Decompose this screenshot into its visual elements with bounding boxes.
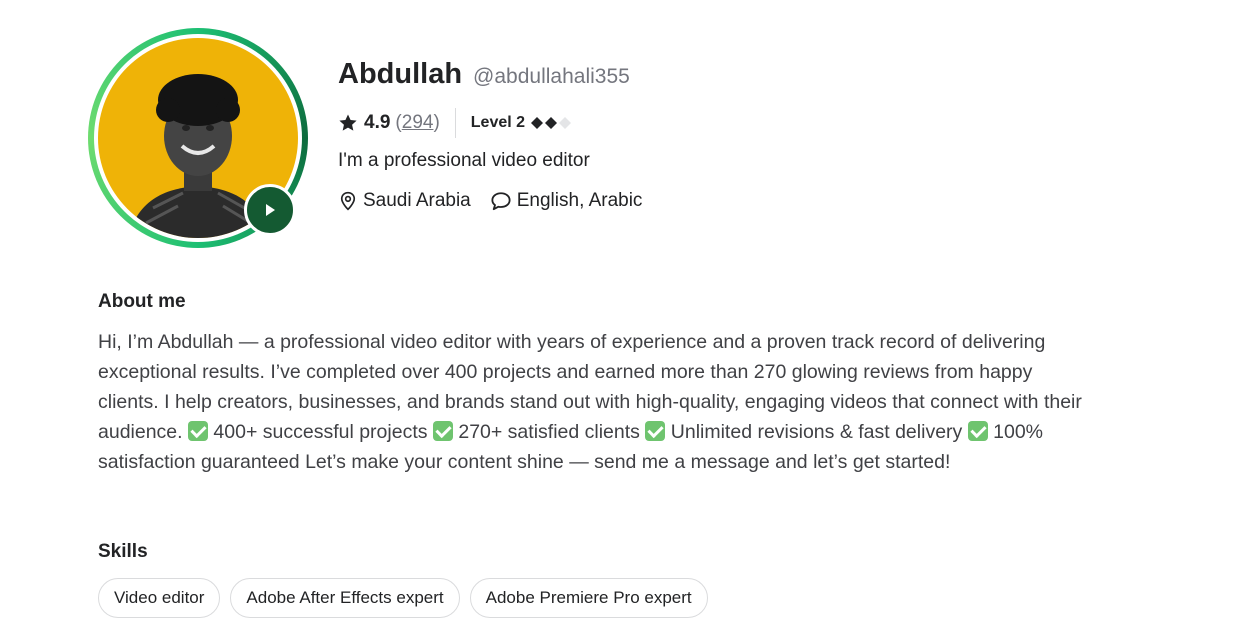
about-point: 400+ successful projects bbox=[213, 421, 428, 443]
play-video-button[interactable] bbox=[244, 184, 296, 236]
review-count-link[interactable]: 294 bbox=[402, 112, 434, 133]
divider bbox=[454, 108, 456, 138]
check-mark-icon bbox=[188, 421, 208, 441]
review-count[interactable]: (294) bbox=[395, 112, 439, 134]
about-title: About me bbox=[98, 291, 186, 312]
seller-name: Abdullah bbox=[338, 58, 463, 90]
avatar[interactable] bbox=[88, 28, 308, 248]
diamond-icon bbox=[531, 117, 544, 129]
languages-text: English, Arabic bbox=[516, 190, 643, 211]
location-pin-icon bbox=[340, 191, 356, 211]
location: Saudi Arabia bbox=[338, 190, 471, 212]
star-icon bbox=[339, 114, 357, 131]
skill-tag[interactable]: Adobe After Effects expert bbox=[230, 578, 460, 618]
skills-list: Video editor Adobe After Effects expert … bbox=[98, 578, 708, 618]
name-row: Abdullah @abdullahali355 bbox=[338, 58, 630, 91]
diamond-empty-icon bbox=[559, 117, 572, 129]
skill-tag[interactable]: Adobe Premiere Pro expert bbox=[469, 578, 708, 618]
check-mark-icon bbox=[967, 421, 988, 441]
about-point: 270+ satisfied clients bbox=[458, 421, 640, 443]
profile-header: Abdullah @abdullahali355 4.9 (294) Level… bbox=[88, 28, 888, 258]
chat-bubble-icon bbox=[491, 192, 511, 211]
about-description: Hi, I’m Abdullah — a professional video … bbox=[98, 327, 1098, 477]
diamond-icon bbox=[545, 117, 558, 129]
seller-username: @abdullahali355 bbox=[473, 65, 630, 88]
skill-tag[interactable]: Video editor bbox=[98, 578, 221, 618]
skills-title: Skills bbox=[98, 541, 148, 562]
check-mark-icon bbox=[645, 421, 666, 441]
about-point: Unlimited revisions & fast delivery bbox=[670, 421, 963, 443]
about-outro: Let’s make your content shine — send me … bbox=[305, 451, 951, 473]
play-icon bbox=[266, 204, 275, 216]
check-mark-icon bbox=[432, 421, 453, 441]
seller-meta: Saudi Arabia English, Arabic bbox=[338, 190, 642, 212]
level-diamonds bbox=[531, 117, 572, 129]
rating-row: 4.9 (294) Level 2 bbox=[338, 108, 572, 138]
languages: English, Arabic bbox=[490, 190, 643, 212]
seller-level: Level 2 bbox=[470, 114, 526, 131]
location-text: Saudi Arabia bbox=[363, 190, 471, 211]
seller-tagline: I'm a professional video editor bbox=[338, 150, 590, 171]
rating-value: 4.9 bbox=[364, 112, 391, 133]
